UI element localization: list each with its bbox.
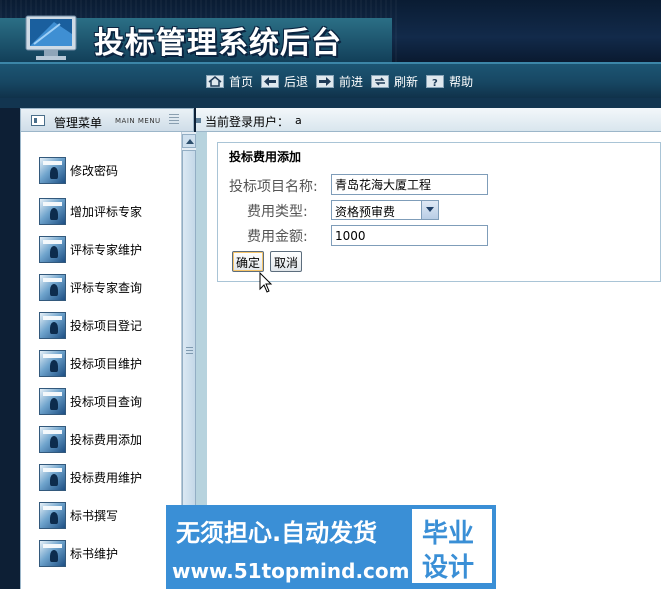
nav-help-label: 帮助	[449, 75, 474, 89]
amount-field[interactable]	[331, 225, 488, 246]
watermark-box-line2: 设计	[422, 553, 475, 583]
watermark-banner: 无须担心.自动发货 www.51topmind.com 毕业 设计	[166, 505, 496, 589]
menu-item-icon	[39, 350, 66, 377]
fee-type-select[interactable]: 资格预审费	[331, 200, 439, 220]
arrow-right-icon	[316, 75, 335, 88]
menu-item-icon	[39, 198, 66, 225]
menu-item-maintain-project[interactable]: 投标项目维护	[39, 350, 142, 377]
nav-forward[interactable]: 前进	[316, 73, 363, 90]
scroll-thumb[interactable]	[182, 150, 196, 554]
nav-back-label: 后退	[284, 75, 309, 89]
menu-item-label: 投标项目查询	[70, 395, 143, 409]
arrow-left-icon	[261, 75, 280, 88]
menu-item-register-project[interactable]: 投标项目登记	[39, 312, 142, 339]
menu-item-label: 标书撰写	[70, 509, 119, 523]
watermark-box: 毕业 设计	[410, 507, 494, 585]
menu-item-query-project[interactable]: 投标项目查询	[39, 388, 142, 415]
project-name-label: 投标项目名称:	[229, 179, 318, 195]
chevron-down-icon[interactable]	[421, 201, 438, 219]
fee-type-label: 费用类型:	[247, 204, 308, 220]
scroll-grip-icon	[186, 347, 193, 355]
menu-item-icon	[39, 157, 66, 184]
menu-item-icon	[39, 388, 66, 415]
menu-item-maintain-expert[interactable]: 评标专家维护	[39, 236, 142, 263]
menu-item-maintain-fee[interactable]: 投标费用维护	[39, 464, 142, 491]
menu-item-label: 投标项目登记	[70, 319, 143, 333]
menu-item-add-expert[interactable]: 增加评标专家	[39, 198, 142, 225]
monitor-icon	[25, 15, 77, 60]
menu-panel-icon	[31, 115, 45, 126]
menu-item-label: 修改密码	[70, 164, 119, 178]
menu-item-write-bid[interactable]: 标书撰写	[39, 502, 118, 529]
mouse-cursor-icon	[259, 272, 273, 293]
nav-help[interactable]: ? 帮助	[426, 73, 473, 90]
menu-item-icon	[39, 540, 66, 567]
menu-header: 管理菜单 MAIN MENU	[20, 108, 194, 132]
watermark-box-line1: 毕业	[422, 519, 475, 549]
svg-text:?: ?	[432, 78, 438, 87]
help-icon: ?	[426, 75, 445, 88]
nav-home[interactable]: 首页	[206, 73, 253, 90]
menu-item-icon	[39, 426, 66, 453]
header-banner: 投标管理系统后台	[0, 0, 661, 62]
menu-item-label: 投标费用维护	[70, 471, 143, 485]
menu-item-change-password[interactable]: 修改密码	[39, 157, 118, 184]
menu-item-add-fee[interactable]: 投标费用添加	[39, 426, 142, 453]
nav-bar: 首页 后退 前进 刷新 ? 帮助	[0, 62, 661, 100]
header-separator	[0, 98, 661, 108]
current-user-name: a	[295, 114, 302, 127]
menu-item-label: 标书维护	[70, 547, 119, 561]
nav-forward-label: 前进	[339, 75, 364, 89]
fee-type-value: 资格预审费	[335, 205, 396, 219]
menu-item-maintain-bid[interactable]: 标书维护	[39, 540, 118, 567]
menu-item-icon	[39, 464, 66, 491]
project-name-field[interactable]	[331, 174, 488, 195]
menu-item-icon	[39, 274, 66, 301]
app-title: 投标管理系统后台	[94, 26, 342, 61]
nav-refresh[interactable]: 刷新	[371, 73, 418, 90]
cancel-button[interactable]: 取消	[270, 251, 303, 272]
home-icon	[206, 75, 224, 88]
user-bar: 当前登录用户： a	[196, 108, 661, 132]
menu-item-label: 评标专家维护	[70, 243, 143, 257]
nav-back[interactable]: 后退	[261, 73, 308, 90]
menu-item-icon	[39, 312, 66, 339]
form-title: 投标费用添加	[229, 150, 302, 164]
menu-item-label: 投标费用添加	[70, 433, 143, 447]
menu-subtitle: MAIN MENU	[115, 117, 161, 125]
fee-add-form: 投标费用添加 投标项目名称: 费用类型: 资格预审费 费用金额: 确定 取消	[217, 142, 661, 282]
menu-item-label: 投标项目维护	[70, 357, 143, 371]
watermark-url: www.51topmind.com	[172, 559, 410, 583]
menu-item-query-expert[interactable]: 评标专家查询	[39, 274, 142, 301]
menu-item-icon	[39, 236, 66, 263]
watermark-slogan: 无须担心.自动发货	[176, 519, 378, 547]
menu-item-icon	[39, 502, 66, 529]
menu-collapse-icon[interactable]	[169, 114, 179, 125]
nav-items: 首页 后退 前进 刷新 ? 帮助	[206, 73, 481, 90]
scroll-up-icon[interactable]	[182, 134, 196, 148]
confirm-button[interactable]: 确定	[232, 251, 265, 272]
menu-item-label: 评标专家查询	[70, 281, 143, 295]
current-user-label: 当前登录用户：	[205, 115, 290, 129]
amount-label: 费用金额:	[247, 229, 308, 245]
bullet-icon	[196, 118, 201, 123]
refresh-icon	[371, 75, 390, 88]
menu-item-label: 增加评标专家	[70, 205, 143, 219]
nav-refresh-label: 刷新	[394, 75, 419, 89]
nav-home-label: 首页	[229, 75, 254, 89]
menu-title: 管理菜单	[54, 116, 103, 130]
